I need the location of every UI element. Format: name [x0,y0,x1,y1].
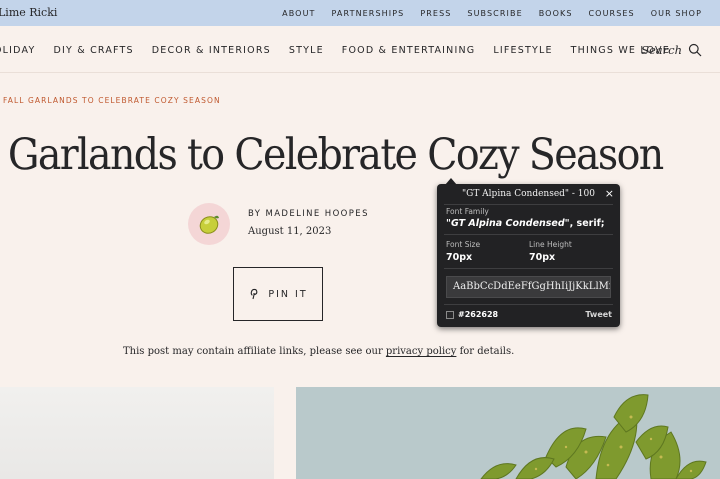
top-nav-books[interactable]: BOOKS [539,9,573,18]
main-nav-lifestyle[interactable]: LIFESTYLE [493,45,552,56]
top-nav-courses[interactable]: COURSES [589,9,635,18]
main-nav-food-entertaining[interactable]: FOOD & ENTERTAINING [342,45,476,56]
top-nav-press[interactable]: PRESS [420,9,451,18]
color-swatch [446,311,454,319]
close-icon[interactable]: × [605,187,614,200]
font-size-value: 70px [446,252,473,263]
font-family-name: "GT Alpina Condensed" [446,218,570,229]
font-family-value: "GT Alpina Condensed", serif; [446,218,605,229]
main-nav: OLIDAY DIY & CRAFTS DECOR & INTERIORS ST… [0,40,670,60]
main-nav-decor-interiors[interactable]: DECOR & INTERIORS [152,45,271,56]
header-divider [0,72,720,73]
font-color-value[interactable]: #262628 [458,310,498,319]
main-nav-holiday[interactable]: OLIDAY [0,45,36,56]
line-height-value: 70px [529,252,556,263]
disclaimer-text-post: for details. [456,346,515,357]
font-inspector-tooltip: "GT Alpina Condensed" - 100 × Font Famil… [437,184,620,327]
leaf-garland-image [296,387,720,479]
pin-it-button[interactable]: PIN IT [233,267,323,321]
affiliate-disclaimer: This post may contain affiliate links, p… [123,346,514,357]
font-sample-preview: AaBbCcDdEeFfGgHhIiJjKkLlMmNnOoPp [446,276,611,298]
top-nav-partnerships[interactable]: PARTNERSHIPS [332,9,405,18]
privacy-policy-link[interactable]: privacy policy [386,346,457,357]
top-utility-bar: Lime Ricki ABOUT PARTNERSHIPS PRESS SUBS… [0,0,720,26]
inspector-divider [444,204,613,205]
author-avatar [188,203,230,245]
pin-it-label: PIN IT [268,288,308,300]
inspector-divider [444,304,613,305]
lime-icon [199,215,219,234]
search-icon [688,43,702,57]
post-image-left [0,387,274,479]
main-nav-diy-crafts[interactable]: DIY & CRAFTS [54,45,134,56]
top-nav: ABOUT PARTNERSHIPS PRESS SUBSCRIBE BOOKS… [282,0,702,26]
breadcrumb[interactable]: FALL GARLANDS TO CELEBRATE COZY SEASON [3,96,221,105]
tweet-button[interactable]: Tweet [585,310,612,319]
page-title: l Garlands to Celebrate Cozy Season [0,130,664,180]
main-nav-style[interactable]: STYLE [289,45,324,56]
inspector-title: "GT Alpina Condensed" - 100 [461,189,595,199]
post-image-right [296,387,720,479]
disclaimer-text-pre: This post may contain affiliate links, p… [123,346,386,357]
pinterest-icon [251,288,258,300]
font-family-fallback: , serif; [569,218,605,229]
line-height-label: Line Height [529,240,572,249]
top-nav-our-shop[interactable]: OUR SHOP [651,9,702,18]
post-date: August 11, 2023 [248,226,332,237]
font-size-label: Font Size [446,240,481,249]
inspector-divider [444,234,613,235]
top-nav-subscribe[interactable]: SUBSCRIBE [467,9,522,18]
inspector-divider [444,268,613,269]
author-byline[interactable]: BY MADELINE HOOPES [248,209,369,219]
search-button[interactable]: Search [641,40,702,60]
top-nav-about[interactable]: ABOUT [282,9,315,18]
font-family-label: Font Family [446,207,489,216]
site-brand[interactable]: Lime Ricki [0,6,57,19]
search-label: Search [641,43,682,57]
